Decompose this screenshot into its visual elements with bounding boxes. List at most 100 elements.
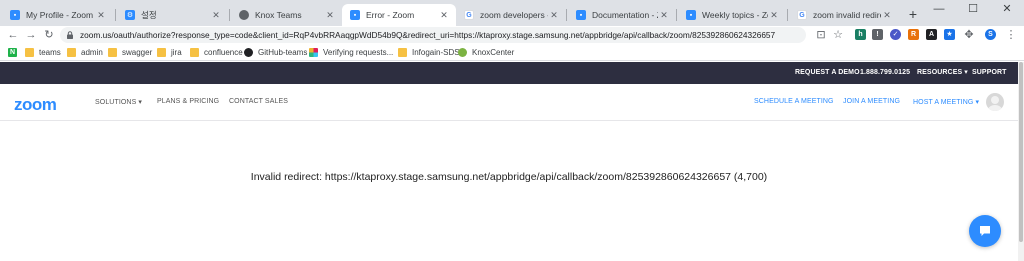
close-tab-icon[interactable]: ✕ (658, 10, 670, 21)
folder-icon (190, 48, 199, 57)
zoom-favicon-icon: ▪ (350, 10, 360, 20)
close-tab-icon[interactable]: ✕ (210, 10, 222, 21)
github-icon (244, 48, 253, 57)
close-tab-icon[interactable]: ✕ (768, 10, 780, 21)
close-tab-icon[interactable]: ✕ (881, 10, 893, 21)
zoom-main-nav: zoom SOLUTIONS ▾ PLANS & PRICING CONTACT… (0, 84, 1018, 121)
reload-icon[interactable]: ↻ (42, 28, 56, 42)
chat-bubble-icon (980, 226, 990, 236)
extensions-puzzle-icon[interactable]: ✥ (962, 28, 976, 42)
contact-sales-link[interactable]: CONTACT SALES (229, 98, 288, 105)
tab-title: Knox Teams (255, 10, 302, 20)
request-demo-link[interactable]: REQUEST A DEMO (795, 62, 860, 84)
resources-menu[interactable]: RESOURCES ▾ (917, 62, 968, 84)
host-meeting-label: HOST A MEETING (913, 99, 974, 106)
tab-title: My Profile - Zoom (26, 10, 94, 20)
close-window-button[interactable]: ✕ (990, 0, 1024, 20)
bookmark-teams[interactable]: teams (25, 47, 61, 58)
address-bar[interactable]: zoom.us/oauth/authorize?response_type=co… (60, 27, 806, 43)
extension-icon-6[interactable]: ★ (944, 29, 955, 40)
caret-down-icon: ▾ (138, 99, 143, 106)
n-icon: N (8, 48, 17, 57)
extension-icon-4[interactable]: R (908, 29, 919, 40)
caret-down-icon: ▾ (964, 69, 968, 76)
zoom-favicon-icon: ▪ (576, 10, 586, 20)
bookmark-verifying-requests[interactable]: Verifying requests... (309, 47, 393, 58)
maximize-window-button[interactable]: ☐ (956, 0, 990, 20)
extension-icon-1[interactable]: h (855, 29, 866, 40)
globe-favicon-icon (239, 10, 249, 20)
bookmark-infogain-sds[interactable]: Infogain-SDS (398, 47, 460, 58)
bookmark-knoxcenter[interactable]: KnoxCenter (458, 47, 514, 58)
support-link[interactable]: SUPPORT (972, 62, 1007, 84)
page-content: Invalid redirect: https://ktaproxy.stage… (0, 122, 1018, 261)
tab-settings[interactable]: ⚙ 설정 ✕ (117, 4, 228, 26)
plans-pricing-link[interactable]: PLANS & PRICING (157, 98, 219, 105)
bookmark-star-icon[interactable]: ☆ (831, 28, 845, 42)
caret-down-icon: ▾ (975, 99, 980, 106)
bookmark-label: jira (171, 48, 182, 57)
extension-icon-2[interactable]: ! (872, 29, 883, 40)
tab-documentation[interactable]: ▪ Documentation - Zoom ✕ (568, 4, 676, 26)
google-favicon-icon: G (464, 10, 474, 20)
bookmark-confluence[interactable]: confluence (190, 47, 243, 58)
bookmark-admin[interactable]: admin (67, 47, 103, 58)
extension-icon-5[interactable]: A (926, 29, 937, 40)
tab-knox-teams[interactable]: Knox Teams ✕ (231, 4, 342, 26)
bookmark-n[interactable]: N (8, 47, 22, 58)
bookmark-swagger[interactable]: swagger (108, 47, 152, 58)
forward-arrow-icon[interactable]: → (24, 28, 38, 42)
host-meeting-menu[interactable]: HOST A MEETING ▾ (913, 98, 979, 106)
bookmark-label: Infogain-SDS (412, 48, 460, 57)
tab-weekly-topics[interactable]: ▪ Weekly topics - Zoom D ✕ (678, 4, 786, 26)
bookmark-github-teams[interactable]: GitHub-teams (244, 47, 307, 58)
solutions-menu[interactable]: SOLUTIONS ▾ (95, 98, 142, 106)
user-avatar[interactable] (986, 93, 1004, 111)
phone-number[interactable]: 1.888.799.0125 (860, 62, 910, 84)
bookmarks-bar: N teams admin swagger jira confluence Gi… (0, 44, 1024, 61)
slack-icon (309, 48, 318, 57)
close-tab-icon[interactable]: ✕ (95, 10, 107, 21)
bookmark-label: admin (81, 48, 103, 57)
minimize-window-button[interactable]: — (922, 0, 956, 20)
tab-my-profile[interactable]: ▪ My Profile - Zoom ✕ (2, 4, 113, 26)
folder-icon (67, 48, 76, 57)
tab-title: 설정 (141, 10, 157, 20)
browser-tab-strip: ▪ My Profile - Zoom ✕ ⚙ 설정 ✕ Knox Teams … (0, 0, 1024, 26)
bookmark-label: swagger (122, 48, 153, 57)
resources-label: RESOURCES (917, 69, 963, 76)
tab-error-zoom[interactable]: ▪ Error - Zoom ✕ (342, 4, 456, 26)
google-favicon-icon: G (797, 10, 807, 20)
close-tab-icon[interactable]: ✕ (548, 10, 560, 21)
avatar-head (991, 96, 999, 104)
tab-title: zoom invalid redirect (4 (813, 10, 881, 20)
zoom-logo[interactable]: zoom (14, 95, 57, 115)
folder-icon (157, 48, 166, 57)
tab-zoom-developers[interactable]: G zoom developers - Goo ✕ (456, 4, 566, 26)
bookmark-label: KnoxCenter (472, 48, 515, 57)
schedule-meeting-link[interactable]: SCHEDULE A MEETING (754, 98, 834, 105)
settings-favicon-icon: ⚙ (125, 10, 135, 20)
close-tab-icon[interactable]: ✕ (324, 10, 336, 21)
close-tab-icon[interactable]: ✕ (438, 10, 450, 21)
extension-icon-3[interactable]: ✓ (890, 29, 901, 40)
more-menu-icon[interactable]: ⋮ (1004, 28, 1018, 42)
tab-zoom-invalid-redirect[interactable]: G zoom invalid redirect (4 ✕ (789, 4, 899, 26)
new-tab-button[interactable]: + (904, 5, 922, 23)
join-meeting-link[interactable]: JOIN A MEETING (843, 98, 900, 105)
error-message: Invalid redirect: https://ktaproxy.stage… (250, 171, 768, 183)
translate-icon[interactable]: ⊡ (814, 28, 828, 42)
zoom-top-bar: REQUEST A DEMO 1.888.799.0125 RESOURCES … (0, 62, 1018, 84)
knox-icon (458, 48, 467, 57)
bookmark-label: teams (39, 48, 61, 57)
folder-icon (108, 48, 117, 57)
back-arrow-icon[interactable]: ← (6, 28, 20, 42)
zoom-favicon-icon: ▪ (686, 10, 696, 20)
scrollbar-thumb[interactable] (1019, 62, 1023, 242)
page-scrollbar[interactable] (1018, 62, 1024, 261)
bookmark-label: Verifying requests... (323, 48, 394, 57)
bookmark-label: GitHub-teams (258, 48, 308, 57)
chat-button[interactable] (969, 215, 1001, 247)
profile-avatar-icon[interactable]: S (985, 29, 996, 40)
bookmark-jira[interactable]: jira (157, 47, 182, 58)
